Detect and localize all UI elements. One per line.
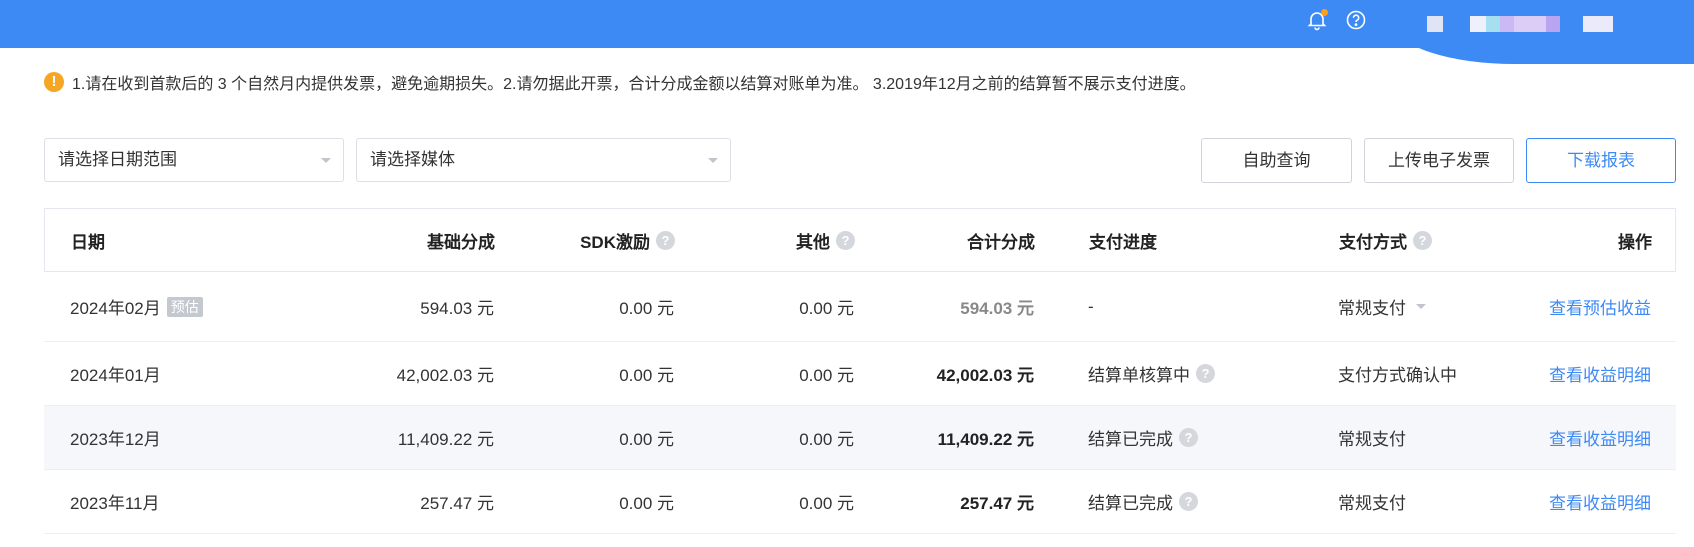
row-date: 2024年01月 (70, 366, 161, 385)
view-details-link[interactable]: 查看收益明细 (1444, 406, 1651, 469)
media-select[interactable]: 请选择媒体 (356, 138, 731, 182)
row-date-text: 2024年02月 (70, 299, 161, 318)
user-account-area[interactable] (1395, 0, 1694, 64)
table-row: 2024年01月 42,002.03 元 0.00 元 0.00 元 42,00… (44, 342, 1676, 406)
blurred-username (1486, 16, 1500, 32)
view-estimate-link[interactable]: 查看预估收益 (1444, 272, 1651, 341)
warning-icon: ! (44, 72, 64, 92)
view-details-link[interactable]: 查看收益明细 (1444, 342, 1651, 405)
header-action: 操作 (1618, 232, 1652, 252)
chevron-down-icon (708, 158, 718, 163)
download-report-button[interactable]: 下载报表 (1526, 138, 1676, 183)
question-icon[interactable]: ? (1196, 364, 1215, 383)
row-pay-progress: 结算已完成 ? (1088, 406, 1198, 469)
row-date: 2024年02月 预估 (70, 272, 203, 341)
chevron-down-icon (1416, 304, 1426, 309)
question-icon[interactable]: ? (1179, 428, 1198, 447)
row-date: 2023年11月 (70, 494, 160, 513)
blurred-username (1514, 16, 1546, 32)
revenue-table: 日期 基础分成 SDK激励 ? 其他 ? 合计分成 支付进度 支付方式 ? 操作… (44, 208, 1676, 538)
media-placeholder: 请选择媒体 (370, 150, 455, 169)
table-header: 日期 基础分成 SDK激励 ? 其他 ? 合计分成 支付进度 支付方式 ? 操作 (44, 208, 1676, 272)
estimate-tag: 预估 (166, 296, 203, 317)
upload-invoice-button[interactable]: 上传电子发票 (1364, 138, 1514, 183)
row-pay-progress: - (1088, 296, 1094, 316)
row-total-share: 42,002.03 元 (936, 366, 1034, 385)
row-pay-progress-text: 结算已完成 (1088, 430, 1173, 449)
header-date: 日期 (71, 232, 105, 252)
row-pay-method: 常规支付 (1338, 430, 1406, 449)
question-icon[interactable]: ? (1413, 230, 1432, 250)
notification-dot (1321, 9, 1328, 16)
row-total-share: 257.47 元 (960, 494, 1034, 513)
blurred-username (1546, 16, 1560, 32)
table-row: 2024年02月 预估 594.03 元 0.00 元 0.00 元 594.0… (44, 272, 1676, 342)
row-total-share: 11,409.22 元 (937, 430, 1034, 449)
row-pay-method: 常规支付 (1338, 299, 1406, 318)
row-pay-progress: 结算已完成 ? (1088, 470, 1198, 533)
table-row: 2023年11月 257.47 元 0.00 元 0.00 元 257.47 元… (44, 470, 1676, 534)
blurred-username (1583, 16, 1613, 32)
header-pay-progress: 支付进度 (1089, 232, 1157, 252)
self-query-button[interactable]: 自助查询 (1201, 138, 1352, 183)
chevron-down-icon (321, 158, 331, 163)
top-bar (0, 0, 1694, 64)
notice-bar: ! 1.请在收到首款后的 3 个自然月内提供发票，避免逾期损失。2.请勿据此开票… (44, 71, 1196, 93)
bell-icon[interactable] (1306, 9, 1328, 31)
date-range-placeholder: 请选择日期范围 (58, 150, 177, 169)
view-details-link[interactable]: 查看收益明细 (1444, 470, 1651, 533)
blurred-username (1500, 16, 1514, 32)
question-icon[interactable]: ? (1179, 492, 1198, 511)
row-pay-progress-text: 结算单核算中 (1088, 366, 1190, 385)
blurred-username (1470, 16, 1486, 32)
row-pay-progress: 结算单核算中 ? (1088, 342, 1215, 405)
row-total-share: 594.03 元 (960, 299, 1034, 318)
row-date: 2023年12月 (70, 430, 161, 449)
avatar (1427, 16, 1443, 32)
notice-text: 1.请在收到首款后的 3 个自然月内提供发票，避免逾期损失。2.请勿据此开票，合… (72, 76, 1196, 93)
row-pay-method: 支付方式确认中 (1338, 366, 1457, 385)
row-pay-method: 常规支付 (1338, 494, 1406, 513)
header-pay-method-label: 支付方式 (1339, 232, 1407, 252)
header-pay-method: 支付方式 ? (1339, 209, 1432, 271)
header-total-share: 合计分成 (967, 232, 1035, 252)
row-pay-progress-text: 结算已完成 (1088, 494, 1173, 513)
help-circle-icon[interactable] (1345, 9, 1367, 31)
date-range-select[interactable]: 请选择日期范围 (44, 138, 344, 182)
row-pay-method-select[interactable]: 常规支付 (1338, 272, 1426, 341)
table-row: 2023年12月 11,409.22 元 0.00 元 0.00 元 11,40… (44, 406, 1676, 470)
